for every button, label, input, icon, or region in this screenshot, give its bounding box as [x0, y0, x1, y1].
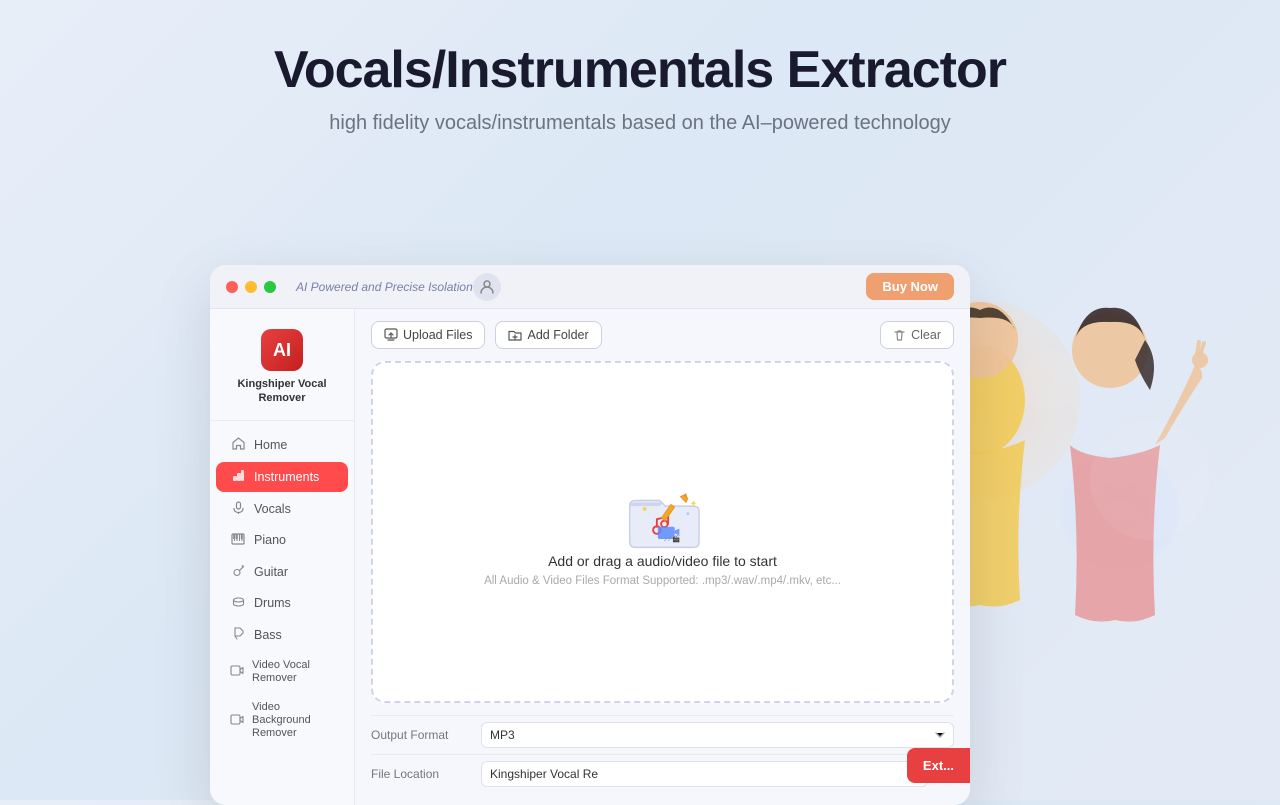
dropzone-sub-text: All Audio & Video Files Format Supported… [484, 575, 841, 587]
video-vocal-icon [230, 664, 244, 679]
user-icon[interactable] [473, 273, 501, 301]
toolbar: Upload Files Add Folder Clear [371, 321, 954, 349]
header-section: Vocals/Instrumentals Extractor high fide… [0, 0, 1280, 155]
file-location-row: File Location Kingshiper Vocal Re [371, 754, 954, 793]
file-location-select[interactable]: Kingshiper Vocal Re [481, 761, 928, 787]
sidebar-item-vocals[interactable]: Vocals [216, 494, 348, 524]
instruments-icon [230, 469, 246, 485]
trash-icon [893, 329, 906, 342]
svg-text:♪ / 🎬: ♪ / 🎬 [663, 534, 680, 542]
sidebar-item-video-vocal[interactable]: Video Vocal Remover [216, 652, 348, 692]
output-format-select[interactable]: MP3 [481, 722, 954, 748]
upload-files-button[interactable]: Upload Files [371, 321, 485, 349]
dropzone-main-text: Add or drag a audio/video file to start [548, 553, 777, 569]
file-location-label: File Location [371, 767, 481, 781]
sidebar-item-home[interactable]: Home [216, 430, 348, 460]
sidebar-item-video-bg[interactable]: Video Background Remover [216, 694, 348, 748]
drop-zone[interactable]: ♪ / 🎬 Add or drag a audio/video file to … [371, 361, 954, 703]
sidebar-item-instruments[interactable]: Instruments [216, 462, 348, 492]
clear-button[interactable]: Clear [880, 321, 954, 349]
upload-icon [384, 328, 398, 342]
sidebar-item-drums[interactable]: Drums [216, 589, 348, 618]
sidebar-item-bass[interactable]: Bass [216, 620, 348, 650]
main-panel: Upload Files Add Folder Clear [355, 309, 970, 805]
sidebar: AI Kingshiper Vocal Remover Home Instrum… [210, 309, 355, 805]
app-body: AI Kingshiper Vocal Remover Home Instrum… [210, 309, 970, 805]
app-logo: AI [261, 329, 303, 371]
add-folder-icon [508, 328, 522, 342]
drums-icon [230, 596, 246, 611]
buy-now-button[interactable]: Buy Now [866, 273, 954, 300]
page-title: Vocals/Instrumentals Extractor [20, 40, 1260, 100]
sidebar-item-piano[interactable]: Piano [216, 526, 348, 555]
title-bar: AI Powered and Precise Isolation Buy Now [210, 265, 970, 309]
home-icon [230, 437, 246, 453]
vocals-icon [230, 501, 246, 517]
minimize-dot[interactable] [245, 281, 257, 293]
app-logo-section: AI Kingshiper Vocal Remover [210, 323, 354, 421]
output-format-label: Output Format [371, 728, 481, 742]
add-folder-button[interactable]: Add Folder [495, 321, 601, 349]
video-bg-icon [230, 713, 244, 728]
chevron-down-icon [935, 732, 945, 738]
app-name: Kingshiper Vocal Remover [220, 377, 344, 406]
guitar-icon [230, 564, 246, 580]
dropzone-illustration: ♪ / 🎬 [620, 478, 705, 553]
piano-icon [230, 533, 246, 548]
bass-icon [230, 627, 246, 643]
window-controls [226, 281, 276, 293]
sidebar-item-guitar[interactable]: Guitar [216, 557, 348, 587]
output-format-row: Output Format MP3 [371, 715, 954, 754]
close-dot[interactable] [226, 281, 238, 293]
app-window: AI Powered and Precise Isolation Buy Now… [210, 265, 970, 805]
maximize-dot[interactable] [264, 281, 276, 293]
export-button[interactable]: Ext... [907, 748, 970, 783]
tagline: AI Powered and Precise Isolation [296, 280, 473, 294]
page-subtitle: high fidelity vocals/instrumentals based… [20, 112, 1260, 135]
